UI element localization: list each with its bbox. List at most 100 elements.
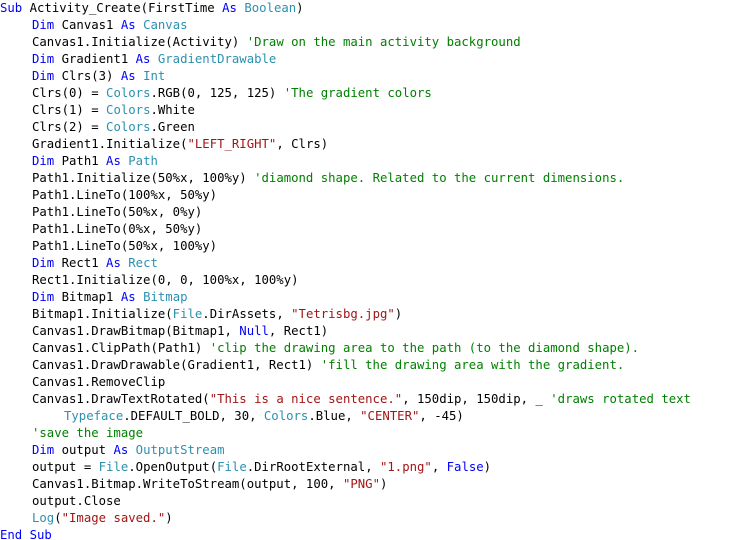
code-text: Canvas1 bbox=[54, 18, 121, 32]
code-text: ) bbox=[483, 460, 492, 474]
code-text: , bbox=[431, 460, 447, 474]
code-line[interactable]: output.Close bbox=[0, 493, 752, 510]
code-line[interactable]: Rect1.Initialize(0, 0, 100%x, 100%y) bbox=[0, 272, 752, 289]
code-line[interactable]: Canvas1.DrawTextRotated("This is a nice … bbox=[0, 391, 752, 408]
code-comment: 'draws rotated text bbox=[550, 392, 691, 406]
code-line[interactable]: Gradient1.Initialize("LEFT_RIGHT", Clrs) bbox=[0, 136, 752, 153]
code-line[interactable]: Canvas1.RemoveClip bbox=[0, 374, 752, 391]
code-text: Path1.Initialize(50%x, 100%y) bbox=[32, 171, 255, 185]
type-token: Bitmap bbox=[143, 290, 188, 304]
keyword-token: As bbox=[106, 154, 121, 168]
type-token: Canvas bbox=[143, 18, 188, 32]
code-comment: 'save the image bbox=[32, 426, 144, 440]
code-text: Clrs(2) = bbox=[32, 120, 107, 134]
code-line[interactable]: Path1.Initialize(50%x, 100%y) 'diamond s… bbox=[0, 170, 752, 187]
keyword-token: Sub bbox=[29, 528, 52, 540]
code-line[interactable]: Dim Path1 As Path bbox=[0, 153, 752, 170]
type-token: Colors bbox=[106, 103, 151, 117]
code-line[interactable]: Dim Gradient1 As GradientDrawable bbox=[0, 51, 752, 68]
type-token: Colors bbox=[106, 86, 151, 100]
code-text: Rect1 bbox=[54, 256, 107, 270]
code-text: Path1.LineTo(100%x, 50%y) bbox=[32, 188, 218, 202]
code-text: Canvas1.DrawBitmap(Bitmap1, bbox=[32, 324, 240, 338]
code-line[interactable]: Path1.LineTo(100%x, 50%y) bbox=[0, 187, 752, 204]
code-text: .RGB(0, 125, 125) bbox=[150, 86, 284, 100]
code-line[interactable]: Path1.LineTo(50%x, 100%y) bbox=[0, 238, 752, 255]
code-line[interactable]: 'save the image bbox=[0, 425, 752, 442]
code-line[interactable]: Canvas1.ClipPath(Path1) 'clip the drawin… bbox=[0, 340, 752, 357]
keyword-token: As bbox=[135, 52, 151, 66]
code-line[interactable]: Clrs(0) = Colors.RGB(0, 125, 125) 'The g… bbox=[0, 85, 752, 102]
type-token: Path bbox=[128, 154, 158, 168]
code-text: .White bbox=[150, 103, 195, 117]
type-token: File bbox=[217, 460, 247, 474]
code-line[interactable]: Path1.LineTo(50%x, 0%y) bbox=[0, 204, 752, 221]
code-line[interactable]: Sub Activity_Create(FirstTime As Boolean… bbox=[0, 0, 752, 17]
code-text: Path1.LineTo(50%x, 0%y) bbox=[32, 205, 203, 219]
code-line[interactable]: Canvas1.Bitmap.WriteToStream(output, 100… bbox=[0, 476, 752, 493]
code-text: , Clrs) bbox=[276, 137, 329, 151]
code-text: Canvas1.Bitmap.WriteToStream(output, 100… bbox=[32, 477, 343, 491]
code-line[interactable]: Dim Rect1 As Rect bbox=[0, 255, 752, 272]
code-text: Canvas1.DrawTextRotated( bbox=[32, 392, 210, 406]
code-line[interactable]: Bitmap1.Initialize(File.DirAssets, "Tetr… bbox=[0, 306, 752, 323]
code-text: Bitmap1.Initialize( bbox=[32, 307, 173, 321]
type-token: Typeface bbox=[64, 409, 124, 423]
keyword-token: Dim bbox=[32, 69, 55, 83]
code-line[interactable]: Clrs(2) = Colors.Green bbox=[0, 119, 752, 136]
keyword-token: Sub bbox=[0, 1, 23, 15]
keyword-token: As bbox=[106, 256, 121, 270]
type-token: GradientDrawable bbox=[157, 52, 277, 66]
code-text: .DirRootExternal, bbox=[246, 460, 380, 474]
code-comment: 'diamond shape. Related to the current d… bbox=[254, 171, 625, 185]
code-line[interactable]: End Sub bbox=[0, 527, 752, 540]
code-line[interactable]: Typeface.DEFAULT_BOLD, 30, Colors.Blue, … bbox=[0, 408, 752, 425]
code-comment: 'The gradient colors bbox=[283, 86, 432, 100]
code-text: Clrs(3) bbox=[54, 69, 121, 83]
keyword-token: As bbox=[120, 18, 136, 32]
code-text: Canvas1.Initialize(Activity) bbox=[32, 35, 247, 49]
keyword-token: Null bbox=[239, 324, 269, 338]
string-literal: "Image saved." bbox=[61, 511, 166, 525]
code-editor[interactable]: Sub Activity_Create(FirstTime As Boolean… bbox=[0, 0, 752, 540]
code-text: Canvas1.DrawDrawable(Gradient1, Rect1) bbox=[32, 358, 321, 372]
keyword-token: As bbox=[113, 443, 129, 457]
code-text: .OpenOutput( bbox=[128, 460, 218, 474]
code-text: , 150dip, 150dip, _ bbox=[402, 392, 551, 406]
string-literal: "CENTER" bbox=[360, 409, 420, 423]
code-text: Gradient1.Initialize( bbox=[32, 137, 188, 151]
code-line[interactable]: Dim Clrs(3) As Int bbox=[0, 68, 752, 85]
code-line[interactable]: Canvas1.DrawDrawable(Gradient1, Rect1) '… bbox=[0, 357, 752, 374]
code-text: Clrs(1) = bbox=[32, 103, 107, 117]
code-line[interactable]: Dim Canvas1 As Canvas bbox=[0, 17, 752, 34]
string-literal: "Tetrisbg.jpg" bbox=[291, 307, 395, 321]
string-literal: "This is a nice sentence." bbox=[209, 392, 403, 406]
code-line[interactable]: Dim output As OutputStream bbox=[0, 442, 752, 459]
code-text: Canvas1.ClipPath(Path1) bbox=[32, 341, 210, 355]
code-text: .DEFAULT_BOLD, 30, bbox=[123, 409, 264, 423]
code-line[interactable]: Log("Image saved.") bbox=[0, 510, 752, 527]
code-line[interactable]: Dim Bitmap1 As Bitmap bbox=[0, 289, 752, 306]
type-token: OutputStream bbox=[135, 443, 225, 457]
code-line[interactable]: Canvas1.Initialize(Activity) 'Draw on th… bbox=[0, 34, 752, 51]
code-text: .Green bbox=[150, 120, 195, 134]
code-line[interactable]: output = File.OpenOutput(File.DirRootExt… bbox=[0, 459, 752, 476]
code-text: output.Close bbox=[32, 494, 121, 508]
code-line[interactable]: Clrs(1) = Colors.White bbox=[0, 102, 752, 119]
type-token: File bbox=[172, 307, 203, 321]
keyword-token: Dim bbox=[32, 290, 55, 304]
code-line[interactable]: Path1.LineTo(0%x, 50%y) bbox=[0, 221, 752, 238]
code-text: Gradient1 bbox=[54, 52, 136, 66]
code-text: Path1.LineTo(0%x, 50%y) bbox=[32, 222, 203, 236]
string-literal: "LEFT_RIGHT" bbox=[187, 137, 277, 151]
keyword-token: As bbox=[120, 290, 136, 304]
keyword-token: Dim bbox=[32, 443, 55, 457]
code-text: ) bbox=[296, 1, 304, 15]
code-text: Path1.LineTo(50%x, 100%y) bbox=[32, 239, 218, 253]
code-line[interactable]: Canvas1.DrawBitmap(Bitmap1, Null, Rect1) bbox=[0, 323, 752, 340]
